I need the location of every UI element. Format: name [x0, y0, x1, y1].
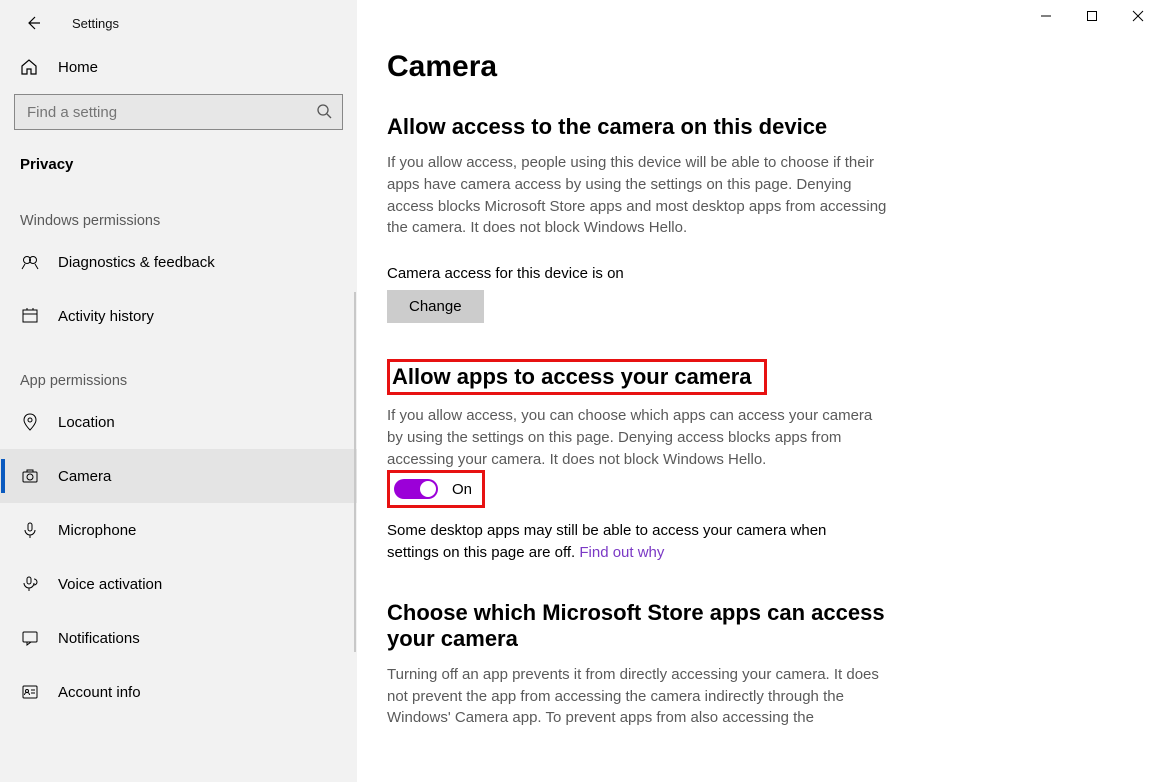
main-content: Camera Allow access to the camera on thi…	[357, 0, 1161, 782]
home-nav[interactable]: Home	[0, 44, 357, 90]
category-label: Privacy	[0, 140, 357, 183]
highlight-annotation: Allow apps to access your camera	[387, 359, 767, 395]
search-input[interactable]	[27, 104, 316, 121]
home-icon	[20, 58, 40, 76]
nav-label: Diagnostics & feedback	[58, 254, 215, 271]
toggle-knob	[420, 481, 436, 497]
close-icon	[1132, 10, 1144, 22]
nav-label: Activity history	[58, 308, 154, 325]
section-description: Turning off an app prevents it from dire…	[387, 664, 887, 729]
nav-diagnostics[interactable]: Diagnostics & feedback	[0, 235, 357, 289]
section-store-apps: Choose which Microsoft Store apps can ac…	[387, 600, 1161, 729]
search-box[interactable]	[14, 94, 343, 130]
nav-activity-history[interactable]: Activity history	[0, 289, 357, 343]
find-out-why-link[interactable]: Find out why	[579, 544, 664, 561]
microphone-icon	[20, 521, 40, 539]
camera-icon	[20, 467, 40, 485]
allow-apps-toggle[interactable]	[394, 479, 438, 499]
page-title: Camera	[387, 50, 1161, 84]
maximize-icon	[1086, 10, 1098, 22]
maximize-button[interactable]	[1069, 0, 1115, 32]
voice-icon	[20, 575, 40, 593]
toggle-state-label: On	[452, 481, 472, 498]
app-title: Settings	[72, 16, 119, 31]
nav-voice-activation[interactable]: Voice activation	[0, 557, 357, 611]
home-label: Home	[58, 59, 98, 76]
section-description: If you allow access, people using this d…	[387, 152, 887, 239]
search-icon	[316, 103, 332, 122]
back-arrow-icon	[25, 15, 41, 31]
section-app-access: Allow apps to access your camera If you …	[387, 359, 1161, 564]
feedback-icon	[20, 253, 40, 271]
nav-label: Voice activation	[58, 576, 162, 593]
sidebar: Settings Home Privacy Windows permission…	[0, 0, 357, 782]
history-icon	[20, 307, 40, 325]
nav-label: Microphone	[58, 522, 136, 539]
section-device-access: Allow access to the camera on this devic…	[387, 114, 1161, 323]
nav-microphone[interactable]: Microphone	[0, 503, 357, 557]
window-controls	[1023, 0, 1161, 32]
nav-label: Location	[58, 414, 115, 431]
nav-location[interactable]: Location	[0, 395, 357, 449]
section-heading: Allow apps to access your camera	[392, 364, 752, 390]
minimize-icon	[1040, 10, 1052, 22]
nav-notifications[interactable]: Notifications	[0, 611, 357, 665]
section-app-permissions: App permissions	[0, 343, 357, 395]
nav-label: Notifications	[58, 630, 140, 647]
location-icon	[20, 413, 40, 431]
notifications-icon	[20, 629, 40, 647]
change-button[interactable]: Change	[387, 290, 484, 323]
section-heading: Choose which Microsoft Store apps can ac…	[387, 600, 887, 652]
section-description: If you allow access, you can choose whic…	[387, 405, 887, 470]
nav-label: Camera	[58, 468, 111, 485]
section-heading: Allow access to the camera on this devic…	[387, 114, 1161, 140]
nav-camera[interactable]: Camera	[0, 449, 357, 503]
minimize-button[interactable]	[1023, 0, 1069, 32]
back-button[interactable]	[22, 12, 44, 34]
divider	[354, 292, 356, 652]
highlight-annotation: On	[387, 470, 485, 508]
nav-account-info[interactable]: Account info	[0, 665, 357, 719]
section-windows-permissions: Windows permissions	[0, 183, 357, 235]
nav-label: Account info	[58, 684, 141, 701]
title-bar: Settings	[0, 12, 357, 44]
camera-status-text: Camera access for this device is on	[387, 265, 1161, 282]
account-icon	[20, 683, 40, 701]
close-button[interactable]	[1115, 0, 1161, 32]
